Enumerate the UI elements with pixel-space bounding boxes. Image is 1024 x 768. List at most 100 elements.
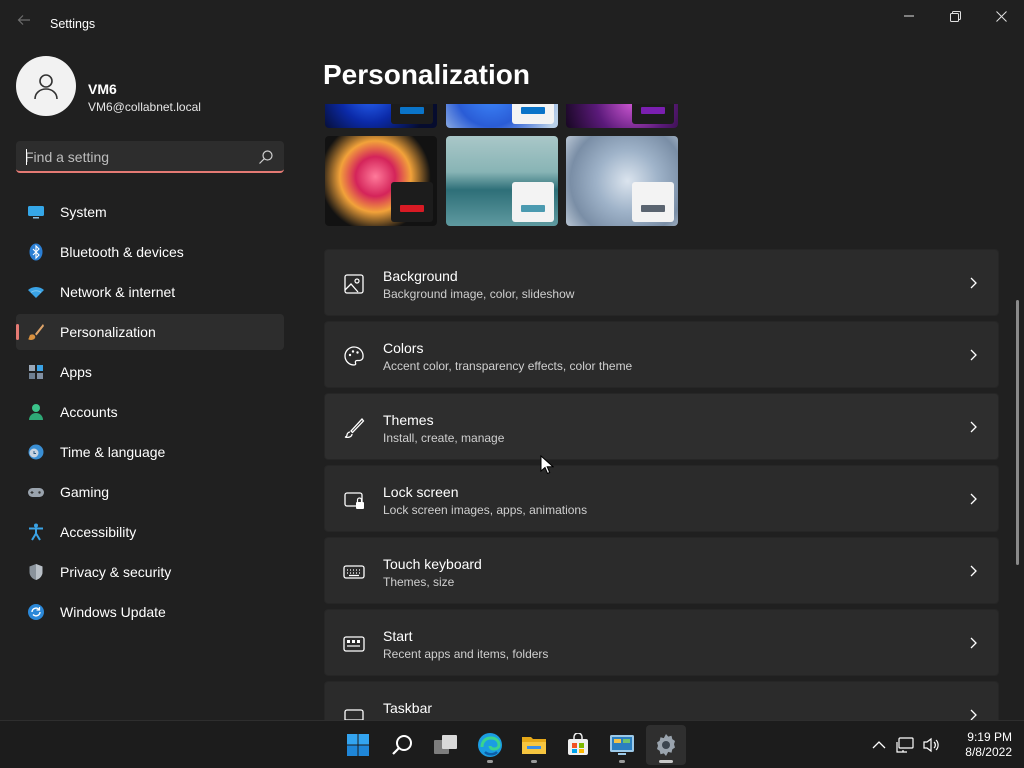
nav-item-windows-update[interactable]: Windows Update xyxy=(16,594,284,630)
close-button[interactable] xyxy=(978,0,1024,32)
edge-icon xyxy=(478,733,502,757)
back-arrow-icon xyxy=(17,15,30,25)
restore-button[interactable] xyxy=(932,0,978,32)
nav-item-bluetooth-devices[interactable]: Bluetooth & devices xyxy=(16,234,284,270)
text-caret xyxy=(26,149,27,165)
card-title: Colors xyxy=(383,340,424,356)
close-icon xyxy=(995,10,1007,22)
card-subtitle: Recent apps and items, folders xyxy=(383,647,549,661)
card-title: Lock screen xyxy=(383,484,459,500)
theme-thumbnail[interactable] xyxy=(566,104,678,128)
restore-icon xyxy=(949,10,961,22)
taskbar-clock[interactable]: 9:19 PM 8/8/2022 xyxy=(940,730,1012,760)
bluetooth-icon xyxy=(26,242,46,262)
running-indicator xyxy=(659,760,673,763)
chevron-right-icon xyxy=(970,349,977,361)
palette-icon xyxy=(344,346,364,366)
profile-email: VM6@collabnet.local xyxy=(88,100,201,114)
theme-thumbnail[interactable] xyxy=(325,104,437,128)
person-icon xyxy=(34,74,58,100)
system-tray xyxy=(866,721,944,768)
card-start[interactable]: Start Recent apps and items, folders xyxy=(324,609,999,676)
user-profile[interactable]: VM6 VM6@collabnet.local xyxy=(16,56,296,118)
nav-item-network-internet[interactable]: Network & internet xyxy=(16,274,284,310)
wifi-icon xyxy=(26,282,46,302)
avatar xyxy=(16,56,76,116)
nav-item-accessibility[interactable]: Accessibility xyxy=(16,514,284,550)
nav-item-privacy-security[interactable]: Privacy & security xyxy=(16,554,284,590)
card-subtitle: Lock screen images, apps, animations xyxy=(383,503,588,517)
nav-label: Bluetooth & devices xyxy=(60,244,184,260)
card-colors[interactable]: Colors Accent color, transparency effect… xyxy=(324,321,999,388)
minimize-button[interactable] xyxy=(886,0,932,32)
title-bar: Settings xyxy=(0,0,1024,48)
chevron-right-icon xyxy=(970,637,977,649)
sidebar: VM6 VM6@collabnet.local System Bluetooth… xyxy=(0,48,300,720)
nav-item-accounts[interactable]: Accounts xyxy=(16,394,284,430)
clock-time: 9:19 PM xyxy=(967,730,1012,744)
chevron-right-icon xyxy=(970,493,977,505)
refresh-icon xyxy=(26,602,46,622)
clock-date: 8/8/2022 xyxy=(965,745,1012,759)
nav-item-gaming[interactable]: Gaming xyxy=(16,474,284,510)
card-background[interactable]: Background Background image, color, slid… xyxy=(324,249,999,316)
scrollbar-thumb[interactable] xyxy=(1016,300,1019,565)
monitor-icon xyxy=(26,202,46,222)
card-subtitle: Install, create, manage xyxy=(383,431,505,445)
minimize-icon xyxy=(904,15,914,17)
card-taskbar[interactable]: Taskbar xyxy=(324,681,999,720)
nav-item-system[interactable]: System xyxy=(16,194,284,230)
nav-label: Accessibility xyxy=(60,524,137,540)
chevron-up-icon[interactable] xyxy=(866,740,892,750)
search-icon xyxy=(392,735,412,755)
theme-gallery xyxy=(325,104,685,228)
lock-screen-icon xyxy=(344,492,364,509)
brush-icon xyxy=(344,417,365,439)
theme-thumbnail[interactable] xyxy=(325,136,437,226)
taskbar-task-view-button[interactable] xyxy=(426,725,466,765)
file-explorer-icon xyxy=(522,737,546,754)
search-box[interactable] xyxy=(16,141,284,173)
theme-thumbnail[interactable] xyxy=(566,136,678,226)
theme-thumbnail[interactable] xyxy=(446,104,558,128)
search-input[interactable] xyxy=(25,147,245,167)
card-themes[interactable]: Themes Install, create, manage xyxy=(324,393,999,460)
taskbar-settings-button[interactable] xyxy=(646,725,686,765)
card-title: Touch keyboard xyxy=(383,556,482,572)
chevron-right-icon xyxy=(970,421,977,433)
back-button[interactable] xyxy=(12,12,36,36)
taskbar-search-button[interactable] xyxy=(382,725,422,765)
person-icon xyxy=(26,402,46,422)
card-title: Start xyxy=(383,628,413,644)
search-icon[interactable] xyxy=(258,149,274,165)
card-touch-keyboard[interactable]: Touch keyboard Themes, size xyxy=(324,537,999,604)
taskbar-control-panel-button[interactable] xyxy=(602,725,642,765)
nav-label: Gaming xyxy=(60,484,110,500)
card-subtitle: Background image, color, slideshow xyxy=(383,287,575,301)
nav-item-personalization[interactable]: Personalization xyxy=(16,314,284,350)
nav-label: Privacy & security xyxy=(60,564,172,580)
running-indicator xyxy=(487,760,493,763)
shield-icon xyxy=(26,562,46,582)
card-title: Themes xyxy=(383,412,434,428)
keyboard-icon xyxy=(343,565,365,579)
nav-list: System Bluetooth & devices Network & int… xyxy=(16,194,284,634)
chevron-right-icon xyxy=(970,277,977,289)
taskbar-edge-button[interactable] xyxy=(470,725,510,765)
taskbar-store-button[interactable] xyxy=(558,725,598,765)
nav-label: Time & language xyxy=(60,444,166,460)
accessibility-icon xyxy=(26,522,46,542)
network-icon[interactable] xyxy=(892,737,918,753)
nav-item-apps[interactable]: Apps xyxy=(16,354,284,390)
nav-label: System xyxy=(60,204,107,220)
nav-item-time-language[interactable]: Time & language xyxy=(16,434,284,470)
nav-label: Windows Update xyxy=(60,604,166,620)
app-title: Settings xyxy=(50,17,96,31)
theme-thumbnail[interactable] xyxy=(446,136,558,226)
paintbrush-icon xyxy=(26,322,46,342)
nav-label: Personalization xyxy=(60,324,156,340)
taskbar-start-button[interactable] xyxy=(338,725,378,765)
nav-label: Network & internet xyxy=(60,284,176,300)
card-lock-screen[interactable]: Lock screen Lock screen images, apps, an… xyxy=(324,465,999,532)
taskbar-file-explorer-button[interactable] xyxy=(514,725,554,765)
